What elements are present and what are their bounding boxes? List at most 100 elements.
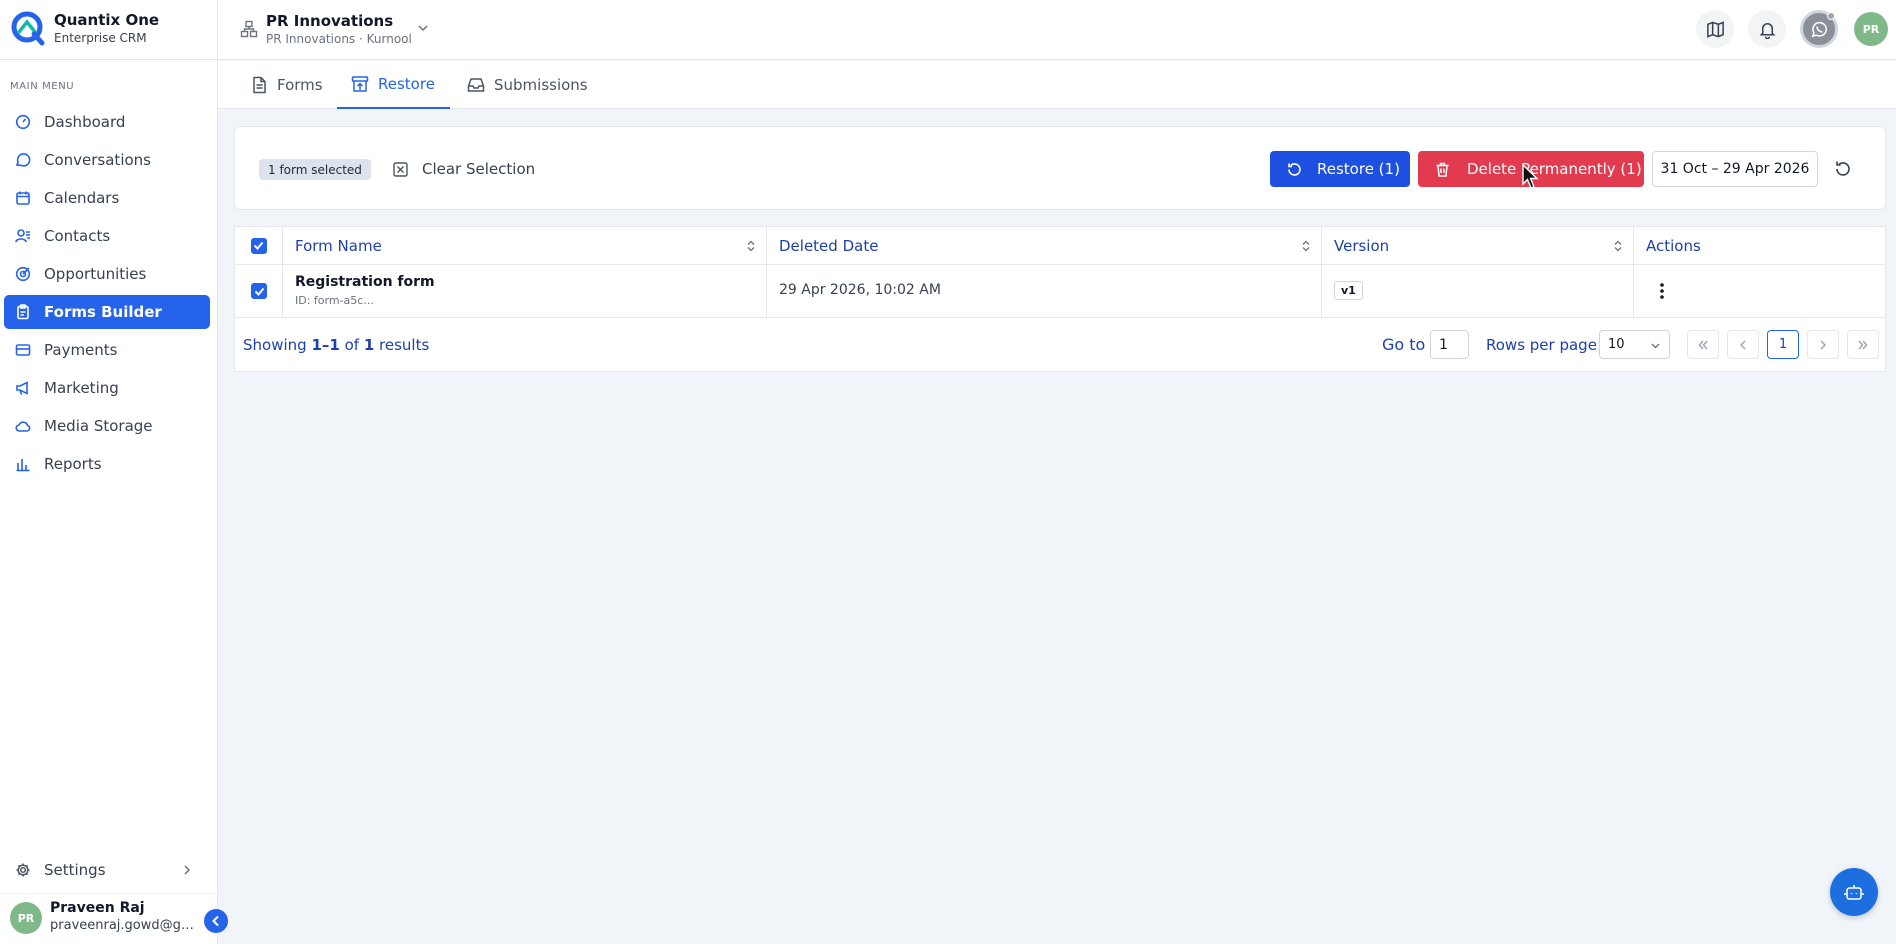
date-range-picker[interactable]: 31 Oct – 29 Apr 2026 [1652,151,1818,187]
sidebar-item-contacts[interactable]: Contacts [4,219,210,253]
sidebar: Quantix One Enterprise CRM MAIN MENU Das… [0,0,218,944]
map-button[interactable] [1696,10,1734,48]
bell-icon [1758,22,1776,39]
sidebar-item-label: Marketing [44,379,119,397]
collapse-sidebar-button[interactable] [204,909,228,933]
tab-restore[interactable]: Restore [337,61,450,109]
sidebar-item-forms-builder[interactable]: Forms Builder [4,295,210,329]
first-page-button[interactable] [1687,330,1719,359]
avatar: PR [10,902,42,934]
chevron-left-icon [212,915,219,927]
sort-icon[interactable] [1613,240,1623,252]
sidebar-item-label: Reports [44,455,102,473]
goto-page-input[interactable] [1430,330,1469,359]
tab-label: Forms [277,76,323,94]
column-label: Version [1334,236,1390,255]
chevron-right-icon [184,865,191,875]
mouse-cursor-icon [1522,164,1539,189]
sidebar-item-marketing[interactable]: Marketing [4,371,210,405]
last-page-button[interactable] [1847,330,1879,359]
chevron-down-icon[interactable] [416,21,430,35]
header-select-cell [235,227,283,265]
delete-label: Delete Permanently (1) [1467,160,1642,178]
rows-per-page-label: Rows per page [1486,336,1597,354]
chevrons-right-icon [1858,340,1868,349]
bar-chart-icon [14,455,32,473]
credit-card-icon [14,341,32,359]
user-profile[interactable]: PR Praveen Raj praveenraj.gowd@gma... [0,893,218,944]
sidebar-item-dashboard[interactable]: Dashboard [4,105,210,139]
sidebar-item-label: Payments [44,341,118,359]
results-summary: Showing 1–1 of 1 results [243,336,430,354]
cell-version: v1 [1322,265,1634,318]
column-header-actions: Actions [1634,227,1885,265]
sidebar-item-opportunities[interactable]: Opportunities [4,257,210,291]
brand: Quantix One Enterprise CRM [0,0,218,60]
status-dot [1827,12,1835,20]
column-header-deleted-date[interactable]: Deleted Date [767,227,1322,265]
org-structure-icon [240,20,258,38]
deleted-date: 29 Apr 2026, 10:02 AM [779,282,941,298]
form-name[interactable]: Registration form [295,274,435,290]
page-number-button[interactable]: 1 [1767,330,1799,359]
brand-subtitle: Enterprise CRM [54,31,147,45]
map-icon [1706,20,1724,38]
version-badge: v1 [1334,281,1363,300]
clipboard-icon [14,303,32,321]
column-label: Form Name [295,236,382,255]
top-header: PR Innovations PR Innovations · Kurnool … [218,0,1896,60]
sort-icon[interactable] [746,240,756,252]
sidebar-item-label: Opportunities [44,265,147,283]
brand-name: Quantix One [54,11,160,29]
sidebar-item-media-storage[interactable]: Media Storage [4,409,210,443]
table-row [235,265,283,318]
header-avatar[interactable]: PR [1854,12,1888,46]
tab-submissions[interactable]: Submissions [467,61,588,109]
megaphone-icon [14,379,32,397]
sidebar-item-label: Media Storage [44,417,153,435]
sidebar-item-settings[interactable]: Settings [4,853,210,887]
cell-deleted-date: 29 Apr 2026, 10:02 AM [767,265,1322,318]
column-header-version[interactable]: Version [1322,227,1634,265]
sort-icon[interactable] [1301,240,1311,252]
sidebar-item-payments[interactable]: Payments [4,333,210,367]
whatsapp-button[interactable] [1800,10,1838,48]
goto-label: Go to [1382,335,1426,354]
whatsapp-icon [1811,21,1827,37]
chat-icon [14,151,32,169]
bot-icon [1844,885,1864,900]
restore-icon [1288,162,1301,176]
clear-selection-label: Clear Selection [422,160,536,178]
more-vertical-icon[interactable] [1652,280,1672,302]
rows-per-page-value: 10 [1608,337,1625,352]
check-icon [253,241,264,250]
restore-button[interactable]: Restore (1) [1270,151,1410,187]
sidebar-item-conversations[interactable]: Conversations [4,143,210,177]
gear-icon [14,861,32,879]
cell-actions [1634,265,1885,318]
cloud-icon [14,417,32,435]
chevron-right-icon [1820,340,1826,349]
pagination-bar: Showing 1–1 of 1 results Go to Rows per … [235,318,1885,371]
next-page-button[interactable] [1807,330,1839,359]
chatbot-button[interactable] [1830,868,1878,916]
column-header-form-name[interactable]: Form Name [283,227,767,265]
rows-per-page-select[interactable]: 10 [1599,330,1670,359]
menu-heading: MAIN MENU [10,81,75,92]
select-all-checkbox[interactable] [250,237,267,254]
row-checkbox[interactable] [251,283,267,299]
sidebar-item-calendars[interactable]: Calendars [4,181,210,215]
tab-forms[interactable]: Forms [250,61,323,109]
inbox-icon [467,78,485,92]
sidebar-item-reports[interactable]: Reports [4,447,210,481]
notifications-button[interactable] [1748,10,1786,48]
column-label: Actions [1646,236,1701,255]
document-icon [253,76,266,94]
refresh-icon[interactable] [1833,159,1853,179]
restore-label: Restore (1) [1317,160,1400,178]
clear-selection-button[interactable]: Clear Selection [393,154,535,184]
prev-page-button[interactable] [1727,330,1759,359]
calendar-icon [14,189,32,207]
selection-count-badge: 1 form selected [259,159,371,180]
deleted-forms-table: Form Name Deleted Date Version Actions R… [234,226,1886,372]
